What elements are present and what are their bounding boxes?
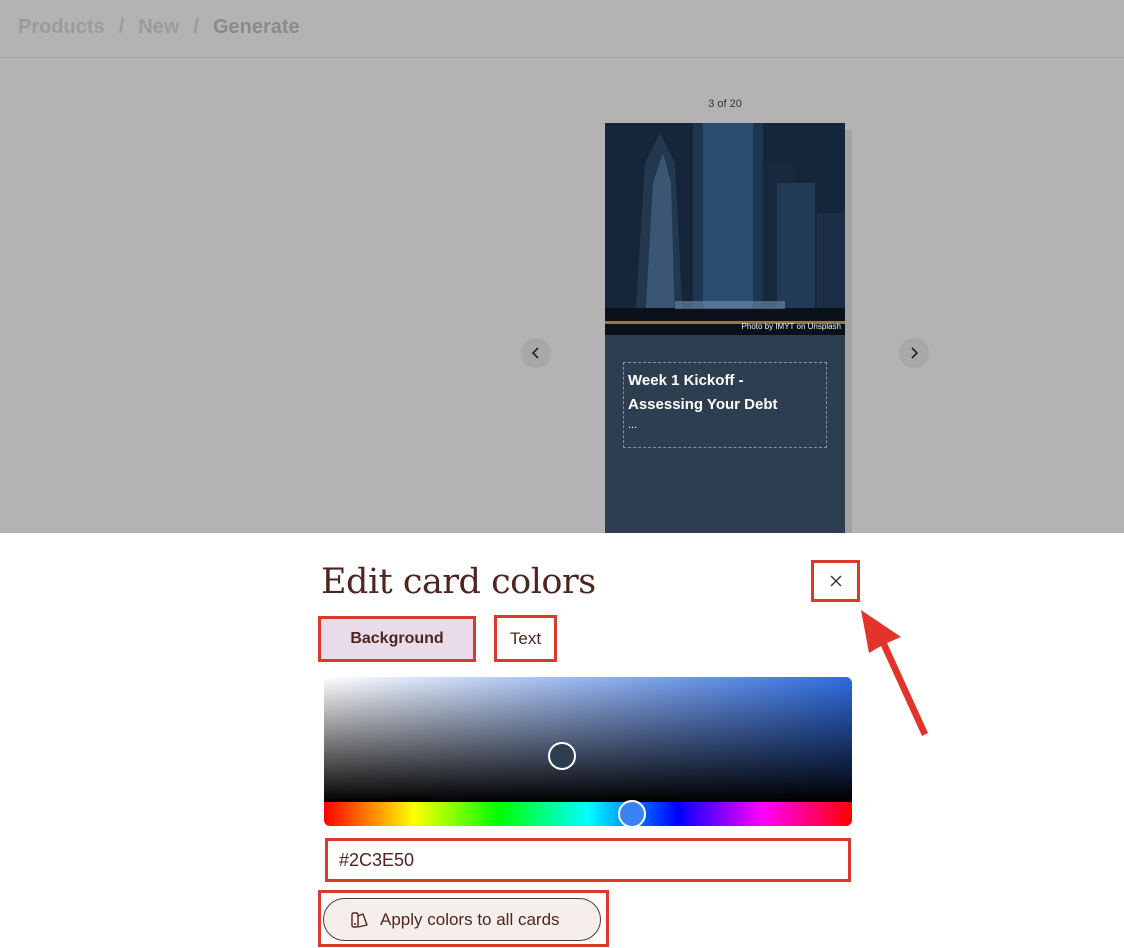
card-counter: 3 of 20 bbox=[708, 98, 742, 110]
tab-text[interactable]: Text bbox=[494, 615, 557, 662]
breadcrumb-separator: / bbox=[118, 15, 125, 38]
tab-background[interactable]: Background bbox=[318, 616, 476, 662]
card-text-box[interactable]: Week 1 Kickoff - Assessing Your Debt ... bbox=[623, 362, 827, 448]
next-card-button[interactable] bbox=[899, 338, 929, 368]
city-skyline-image bbox=[605, 123, 845, 335]
card-preview[interactable]: Photo by IMYT on Unsplash Week 1 Kickoff… bbox=[605, 123, 845, 533]
hue-slider-handle[interactable] bbox=[618, 800, 646, 828]
card-body-ellipsis: ... bbox=[628, 419, 638, 431]
annotation-arrow-icon bbox=[861, 610, 928, 736]
close-button[interactable] bbox=[811, 560, 860, 602]
panel-title: Edit card colors bbox=[321, 562, 596, 602]
card-title-line2: Assessing Your Debt bbox=[628, 396, 778, 413]
hex-color-input[interactable] bbox=[325, 838, 851, 882]
header-divider bbox=[0, 57, 1124, 58]
palette-icon bbox=[350, 910, 370, 930]
previous-card-button[interactable] bbox=[521, 338, 551, 368]
breadcrumb-products[interactable]: Products bbox=[18, 16, 105, 39]
breadcrumb-generate: Generate bbox=[212, 15, 300, 38]
photo-credit[interactable]: Photo by IMYT on Unsplash bbox=[742, 322, 841, 331]
breadcrumb: Products / New / Generate bbox=[18, 12, 300, 42]
apply-button-label: Apply colors to all cards bbox=[380, 909, 560, 929]
card-title-line1: Week 1 Kickoff - bbox=[628, 372, 744, 389]
chevron-right-icon bbox=[911, 347, 919, 359]
chevron-left-icon bbox=[531, 347, 539, 359]
breadcrumb-separator: / bbox=[193, 15, 199, 38]
apply-colors-all-cards-button[interactable]: Apply colors to all cards bbox=[323, 898, 601, 941]
hue-slider[interactable] bbox=[324, 802, 852, 826]
editor-backdrop: Products / New / Generate 3 of 20 Photo … bbox=[0, 0, 1124, 533]
breadcrumb-new[interactable]: New bbox=[138, 16, 179, 39]
close-icon bbox=[830, 575, 841, 587]
saturation-value-handle[interactable] bbox=[548, 742, 576, 770]
saturation-value-picker[interactable] bbox=[324, 677, 852, 802]
card-photo: Photo by IMYT on Unsplash bbox=[605, 123, 845, 335]
